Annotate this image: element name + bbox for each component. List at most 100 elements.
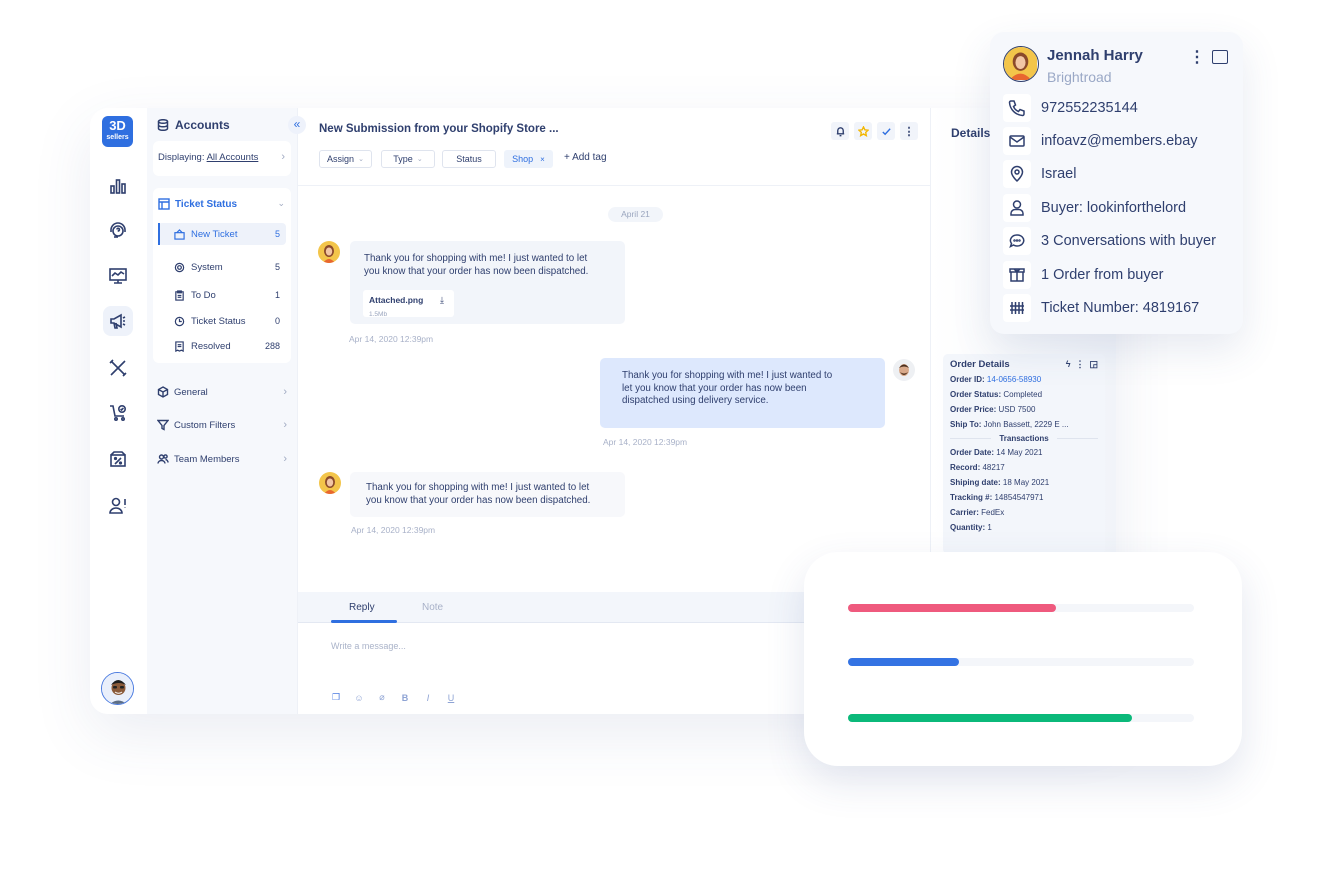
order-row-id: Order ID: 14-0656-58930: [950, 372, 1098, 387]
message-bubble-outgoing: Thank you for shopping with me! I just w…: [600, 358, 885, 428]
contact-conversations[interactable]: 3 Conversations with buyer: [1003, 227, 1216, 255]
contact-orders[interactable]: 1 Order from buyer: [1003, 261, 1164, 289]
logo[interactable]: 3D sellers: [102, 116, 133, 147]
order-details-title: Order Details: [950, 359, 1010, 370]
status-item-count: 288: [264, 341, 280, 351]
message-input[interactable]: Write a message...: [331, 641, 406, 651]
rail-support[interactable]: [103, 216, 133, 246]
customer-photo-icon: [318, 241, 340, 263]
progress-fill-red: [848, 604, 1056, 612]
displaying-accounts-selector[interactable]: Displaying: All Accounts ›: [153, 141, 291, 176]
lightning-icon[interactable]: ϟ: [1066, 359, 1071, 370]
order-row-price: Order Price: USD 7500: [950, 402, 1098, 417]
chevron-down-icon[interactable]: ⌄: [277, 198, 285, 209]
status-label: Status: [456, 154, 482, 164]
cube-icon: [157, 386, 169, 398]
message-timestamp: Apr 14, 2020 12:39pm: [349, 334, 434, 344]
rail-analytics[interactable]: [103, 171, 133, 201]
customer-photo-icon: [319, 472, 341, 494]
txn-row: Record: 48217: [950, 460, 1098, 475]
expand-icon[interactable]: [1212, 50, 1228, 64]
resolve-button[interactable]: [877, 122, 895, 140]
contact-phone[interactable]: 972552235144: [1003, 94, 1138, 122]
chevron-right-icon: ›: [283, 386, 287, 398]
order-id-link[interactable]: 14-0656-58930: [987, 375, 1041, 384]
emoji-icon[interactable]: ☺: [353, 693, 365, 703]
displaying-value[interactable]: All Accounts: [207, 152, 259, 163]
accounts-title: Accounts: [157, 118, 230, 132]
users-icon: [157, 454, 169, 464]
status-item-label: Resolved: [191, 340, 231, 352]
status-item-new-ticket[interactable]: New Ticket 5: [158, 223, 286, 245]
close-icon[interactable]: ×: [540, 155, 545, 164]
clipboard-icon: [175, 289, 184, 301]
status-item-system[interactable]: System 5: [158, 256, 286, 278]
rail-cart[interactable]: [103, 398, 133, 428]
current-user-avatar[interactable]: [101, 672, 134, 705]
more-vertical-icon[interactable]: ⋮: [1075, 359, 1084, 370]
tab-note[interactable]: Note: [422, 602, 443, 613]
details-title: Details: [951, 126, 991, 140]
bold-button[interactable]: B: [399, 693, 411, 703]
message-text: you know that your order has now been di…: [366, 494, 591, 506]
contact-row-text: Buyer: lookinforthelord: [1041, 200, 1187, 216]
nav-general[interactable]: General ›: [157, 386, 287, 398]
txn-value: 18 May 2021: [1002, 478, 1050, 487]
status-item-to-do[interactable]: To Do 1: [158, 284, 286, 306]
status-item-resolved[interactable]: Resolved 288: [158, 335, 286, 357]
status-item-label: New Ticket: [191, 228, 238, 240]
rail-monitor[interactable]: [103, 261, 133, 291]
icon-rail: 3D sellers: [90, 108, 147, 714]
message-bubble-incoming: Thank you for shopping with me! I just w…: [350, 472, 625, 517]
star-button[interactable]: [854, 122, 872, 140]
add-tag-button[interactable]: + Add tag: [564, 152, 607, 163]
tag-label: Shop: [512, 154, 534, 164]
collapse-panel-button[interactable]: «: [288, 116, 306, 134]
megaphone-icon: [110, 313, 126, 329]
order-value: Completed: [1003, 390, 1043, 399]
paperclip-icon[interactable]: ⌀: [376, 692, 388, 703]
order-label: Order Price:: [950, 405, 997, 414]
download-icon[interactable]: ⤓: [440, 294, 444, 307]
italic-button[interactable]: I: [422, 693, 434, 703]
rail-user-alert[interactable]: [103, 491, 133, 521]
type-dropdown[interactable]: Type ⌄: [381, 150, 435, 168]
composer-toolbar: ❒ ☺ ⌀ B I U: [330, 692, 457, 703]
status-item-label: To Do: [191, 289, 216, 301]
status-dropdown[interactable]: Status: [442, 150, 496, 168]
user-icon-wrap: [1003, 194, 1031, 222]
headset-icon: [110, 222, 126, 238]
contact-buyer[interactable]: Buyer: lookinforthelord: [1003, 194, 1186, 222]
rail-tools[interactable]: [103, 353, 133, 383]
ticket-actions: ⋮: [831, 122, 918, 140]
underline-button[interactable]: U: [445, 693, 457, 703]
active-tab-indicator: [331, 620, 397, 623]
more-options-button[interactable]: ⋮: [900, 122, 918, 140]
tab-reply[interactable]: Reply: [349, 602, 375, 613]
nav-team-members[interactable]: Team Members ›: [157, 453, 287, 465]
status-item-label: System: [191, 261, 223, 273]
status-item-ticket-status[interactable]: Ticket Status 0: [158, 310, 286, 332]
nav-custom-filters[interactable]: Custom Filters ›: [157, 419, 287, 431]
contact-email[interactable]: infoavz@members.ebay: [1003, 127, 1198, 155]
tally-icon-wrap: [1003, 294, 1031, 322]
expand-icon[interactable]: ◲: [1089, 359, 1098, 370]
attachment[interactable]: Attached.png 1.5Mb ⤓: [363, 290, 454, 318]
more-vertical-icon[interactable]: ⋮: [1189, 47, 1205, 67]
agent-avatar: [893, 359, 915, 381]
txn-label: Record:: [950, 463, 981, 472]
assign-dropdown[interactable]: Assign ⌄: [319, 150, 372, 168]
contact-photo-icon: [1004, 47, 1037, 80]
rail-discounts[interactable]: [103, 444, 133, 474]
contact-location: Israel: [1003, 160, 1076, 188]
templates-icon[interactable]: ❒: [330, 692, 342, 703]
message-bubble-incoming: Thank you for shopping with me! I just w…: [350, 241, 625, 324]
tag-shop[interactable]: Shop ×: [504, 150, 553, 168]
notify-button[interactable]: [831, 122, 849, 140]
progress-track-green: [848, 714, 1194, 722]
order-value: USD 7500: [998, 405, 1036, 414]
message-text: Thank you for shopping with me! I just w…: [364, 253, 588, 264]
txn-label: Tracking #:: [950, 493, 993, 502]
rail-marketing[interactable]: [103, 306, 133, 336]
ticket-status-header[interactable]: Ticket Status: [158, 198, 237, 210]
